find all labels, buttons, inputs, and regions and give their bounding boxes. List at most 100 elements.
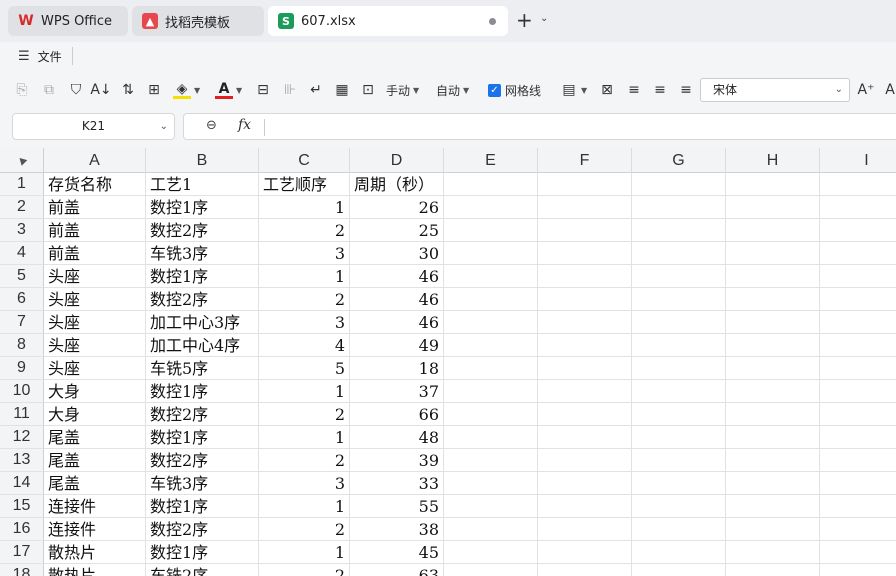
cell-g[interactable] xyxy=(632,380,726,403)
column-header-i[interactable]: I xyxy=(820,148,896,173)
cell-b[interactable]: 工艺1 xyxy=(146,173,259,196)
cell-d[interactable]: 48 xyxy=(350,426,444,449)
cell-b[interactable]: 数控2序 xyxy=(146,518,259,541)
row-header[interactable]: 14 xyxy=(0,472,44,495)
cell-b[interactable]: 数控2序 xyxy=(146,219,259,242)
row-header[interactable]: 17 xyxy=(0,541,44,564)
cell-e[interactable] xyxy=(444,288,538,311)
cell-a[interactable]: 前盖 xyxy=(44,242,146,265)
cell-e[interactable] xyxy=(444,472,538,495)
column-header-g[interactable]: G xyxy=(632,148,726,173)
cell-a[interactable]: 头座 xyxy=(44,311,146,334)
fx-icon[interactable]: fx xyxy=(238,117,251,133)
cell-style-button[interactable]: ▦ xyxy=(333,80,351,100)
column-header-h[interactable]: H xyxy=(726,148,820,173)
cell-a[interactable]: 头座 xyxy=(44,288,146,311)
zoom-search-icon[interactable]: ⊖ xyxy=(206,118,217,133)
cell-f[interactable] xyxy=(538,242,632,265)
cell-h[interactable] xyxy=(726,196,820,219)
cell-c[interactable]: 3 xyxy=(259,242,350,265)
cell-d[interactable]: 63 xyxy=(350,564,444,576)
cell-f[interactable] xyxy=(538,541,632,564)
cell-c[interactable]: 1 xyxy=(259,196,350,219)
cell-h[interactable] xyxy=(726,288,820,311)
align-left-button[interactable]: ≡ xyxy=(625,80,643,100)
align-right-button[interactable]: ≡ xyxy=(677,80,695,100)
row-header[interactable]: 11 xyxy=(0,403,44,426)
cell-d[interactable]: 周期（秒） xyxy=(350,173,444,196)
cell-f[interactable] xyxy=(538,380,632,403)
cell-c[interactable]: 2 xyxy=(259,403,350,426)
cell-i[interactable] xyxy=(820,357,896,380)
row-header[interactable]: 1 xyxy=(0,173,44,196)
cell-g[interactable] xyxy=(632,288,726,311)
row-header[interactable]: 4 xyxy=(0,242,44,265)
cell-b[interactable]: 数控1序 xyxy=(146,196,259,219)
name-box[interactable]: K21 ⌄ xyxy=(12,113,175,140)
cell-h[interactable] xyxy=(726,472,820,495)
cell-g[interactable] xyxy=(632,265,726,288)
row-header[interactable]: 12 xyxy=(0,426,44,449)
cell-e[interactable] xyxy=(444,311,538,334)
cell-i[interactable] xyxy=(820,173,896,196)
cell-b[interactable]: 数控2序 xyxy=(146,449,259,472)
cell-h[interactable] xyxy=(726,219,820,242)
cell-a[interactable]: 前盖 xyxy=(44,196,146,219)
cell-g[interactable] xyxy=(632,426,726,449)
cell-g[interactable] xyxy=(632,564,726,576)
cell-i[interactable] xyxy=(820,288,896,311)
cell-d[interactable]: 46 xyxy=(350,288,444,311)
row-header[interactable]: 8 xyxy=(0,334,44,357)
cell-h[interactable] xyxy=(726,518,820,541)
cell-a[interactable]: 尾盖 xyxy=(44,449,146,472)
gridlines-toggle[interactable]: ✓ 网格线 xyxy=(488,80,541,100)
wrap-mode-dropdown[interactable]: 手动 ▼ xyxy=(386,80,419,100)
column-header-a[interactable]: A xyxy=(44,148,146,173)
cell-i[interactable] xyxy=(820,564,896,576)
cell-f[interactable] xyxy=(538,495,632,518)
cell-b[interactable]: 车铣2序 xyxy=(146,564,259,576)
tab-docer-templates[interactable]: ▲ 找稻壳模板 xyxy=(132,6,264,36)
column-header-e[interactable]: E xyxy=(444,148,538,173)
cell-d[interactable]: 30 xyxy=(350,242,444,265)
paste-button[interactable]: ⎘ xyxy=(13,80,31,100)
row-header[interactable]: 13 xyxy=(0,449,44,472)
sort-asc-button[interactable]: A↓ xyxy=(90,80,111,100)
cell-g[interactable] xyxy=(632,357,726,380)
cell-b[interactable]: 车铣3序 xyxy=(146,472,259,495)
unsaved-dot-icon[interactable] xyxy=(489,18,496,25)
file-menu[interactable]: ☰ 文件 xyxy=(18,48,62,65)
cell-h[interactable] xyxy=(726,242,820,265)
cell-d[interactable]: 39 xyxy=(350,449,444,472)
cell-d[interactable]: 45 xyxy=(350,541,444,564)
cell-c[interactable]: 1 xyxy=(259,380,350,403)
cell-b[interactable]: 数控1序 xyxy=(146,426,259,449)
cell-h[interactable] xyxy=(726,265,820,288)
cell-i[interactable] xyxy=(820,242,896,265)
column-header-b[interactable]: B xyxy=(146,148,259,173)
cell-i[interactable] xyxy=(820,334,896,357)
cell-c[interactable]: 2 xyxy=(259,219,350,242)
cell-b[interactable]: 数控2序 xyxy=(146,288,259,311)
cell-a[interactable]: 头座 xyxy=(44,357,146,380)
align-center-button[interactable]: ≡ xyxy=(651,80,669,100)
cell-d[interactable]: 46 xyxy=(350,311,444,334)
tab-607-xlsx[interactable]: S 607.xlsx xyxy=(268,6,508,36)
row-header[interactable]: 3 xyxy=(0,219,44,242)
cell-f[interactable] xyxy=(538,334,632,357)
cell-i[interactable] xyxy=(820,219,896,242)
cell-a[interactable]: 连接件 xyxy=(44,495,146,518)
font-name-select[interactable]: 宋体 ⌄ xyxy=(700,78,850,102)
cell-c[interactable]: 1 xyxy=(259,495,350,518)
cell-e[interactable] xyxy=(444,518,538,541)
tab-wps-office[interactable]: W WPS Office xyxy=(8,6,128,36)
cell-f[interactable] xyxy=(538,518,632,541)
cell-h[interactable] xyxy=(726,541,820,564)
cell-h[interactable] xyxy=(726,173,820,196)
cell-e[interactable] xyxy=(444,242,538,265)
cell-d[interactable]: 46 xyxy=(350,265,444,288)
cell-e[interactable] xyxy=(444,380,538,403)
cell-b[interactable]: 数控1序 xyxy=(146,495,259,518)
cell-e[interactable] xyxy=(444,564,538,576)
cell-f[interactable] xyxy=(538,288,632,311)
